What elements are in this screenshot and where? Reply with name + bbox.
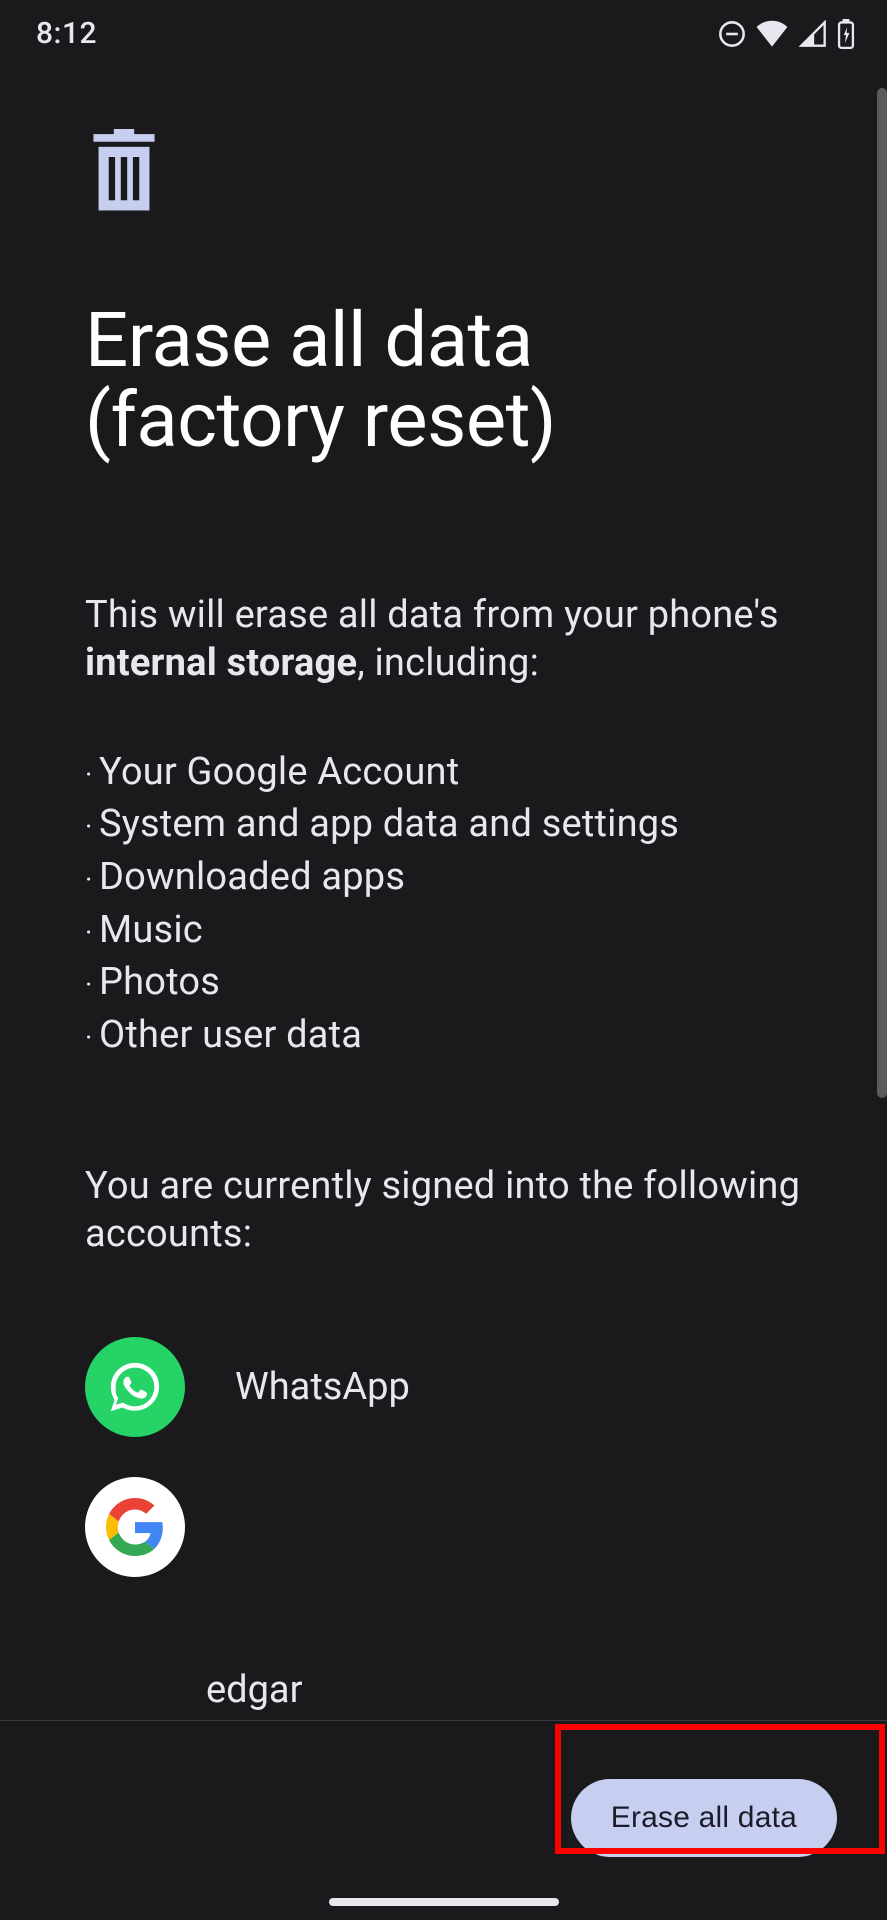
- accounts-intro: You are currently signed into the follow…: [85, 1162, 802, 1259]
- status-icons: [718, 19, 855, 49]
- trash-icon: [85, 129, 802, 217]
- do-not-disturb-icon: [718, 20, 746, 48]
- data-items-list: ·Your Google Account ·System and app dat…: [85, 746, 802, 1062]
- signal-icon: [798, 20, 828, 48]
- nav-handle[interactable]: [329, 1898, 559, 1906]
- google-icon: [85, 1477, 185, 1577]
- partial-account-name: edgar: [206, 1668, 302, 1712]
- erase-all-data-button[interactable]: Erase all data: [571, 1779, 837, 1857]
- list-item: ·Other user data: [85, 1009, 802, 1062]
- main-content: Erase all data (factory reset) This will…: [0, 59, 887, 1577]
- account-row-whatsapp: WhatsApp: [85, 1337, 802, 1437]
- list-item: ·Your Google Account: [85, 746, 802, 799]
- account-name: WhatsApp: [235, 1365, 410, 1409]
- status-time: 8:12: [36, 16, 97, 51]
- list-item: ·Downloaded apps: [85, 851, 802, 904]
- account-row-google: [85, 1477, 802, 1577]
- whatsapp-icon: [85, 1337, 185, 1437]
- footer-bar: Erase all data: [0, 1720, 887, 1920]
- battery-charging-icon: [837, 19, 855, 49]
- wifi-icon: [755, 20, 789, 48]
- list-item: ·Music: [85, 904, 802, 957]
- list-item: ·System and app data and settings: [85, 798, 802, 851]
- page-title: Erase all data (factory reset): [85, 301, 802, 461]
- list-item: ·Photos: [85, 956, 802, 1009]
- intro-text: This will erase all data from your phone…: [85, 591, 802, 688]
- scroll-indicator[interactable]: [877, 88, 887, 1098]
- status-bar: 8:12: [0, 0, 887, 59]
